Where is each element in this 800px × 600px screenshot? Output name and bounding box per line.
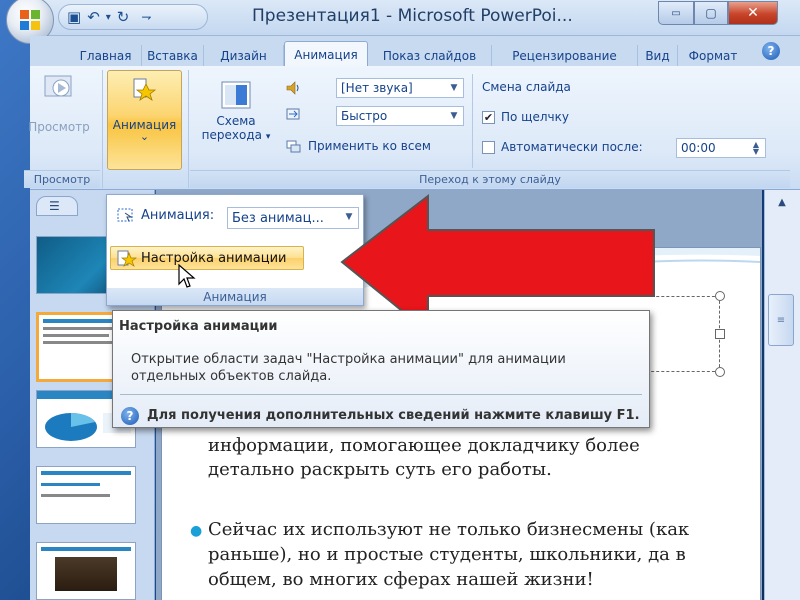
undo-icon[interactable]: ↶ bbox=[87, 8, 100, 26]
change-slide-label: Смена слайда bbox=[482, 80, 571, 94]
ribbon-tabs: Главная Вставка Дизайн Анимация Показ сл… bbox=[30, 36, 800, 67]
slide-text-line: информации, помогающее докладчику более bbox=[208, 435, 640, 456]
slide-bullet-line: Сейчас их используют не только бизнесмен… bbox=[208, 519, 690, 540]
resize-handle[interactable] bbox=[715, 291, 725, 301]
ribbon-separator bbox=[188, 70, 189, 188]
auto-after-checkbox[interactable] bbox=[482, 140, 495, 154]
group-label-transition: Переход к этому слайду bbox=[190, 170, 790, 188]
preview-button[interactable]: Просмотр bbox=[24, 72, 94, 168]
transition-scheme-label-2: перехода bbox=[201, 128, 262, 142]
tooltip-title: Настройка анимации bbox=[119, 319, 278, 334]
maximize-icon: ▢ bbox=[705, 6, 717, 20]
transition-scheme-dropdown-icon: ▾ bbox=[265, 132, 271, 142]
tooltip-body: Открытие области задач "Настройка анимац… bbox=[131, 352, 566, 384]
ribbon-separator bbox=[102, 70, 103, 188]
close-icon: ✕ bbox=[747, 5, 759, 21]
help-icon[interactable]: ? bbox=[762, 42, 780, 60]
minimize-button[interactable]: ▭ bbox=[658, 1, 694, 25]
animation-dropdown-icon: ⌄ bbox=[139, 130, 150, 143]
bullet-icon: ● bbox=[190, 523, 203, 539]
redo-icon[interactable]: ↻ bbox=[117, 8, 130, 26]
save-icon[interactable]: ▣ bbox=[67, 8, 81, 26]
animation-label: Анимация: bbox=[141, 207, 215, 223]
auto-after-checkbox-row[interactable]: Автоматически после: bbox=[482, 140, 643, 154]
vertical-scrollbar[interactable] bbox=[764, 190, 800, 600]
tab-home[interactable]: Главная bbox=[70, 45, 142, 66]
apply-all-icon bbox=[286, 138, 302, 154]
animation-panel-footer: Анимация bbox=[107, 288, 363, 305]
tab-review[interactable]: Рецензирование bbox=[492, 45, 638, 66]
chevron-down-icon: ▼ bbox=[450, 83, 458, 93]
undo-dropdown-icon[interactable]: ▾ bbox=[106, 12, 111, 23]
window-title: Презентация1 - Microsoft PowerPoi... bbox=[252, 6, 573, 26]
mouse-cursor-icon bbox=[178, 264, 196, 288]
minimize-icon: ▭ bbox=[671, 7, 681, 19]
on-click-label: По щелчку bbox=[501, 110, 569, 124]
auto-after-time-input[interactable]: 00:00 ▲ ▼ bbox=[676, 138, 766, 158]
slide-thumbnail[interactable] bbox=[36, 466, 136, 524]
custom-animation-icon bbox=[117, 250, 137, 267]
spinner-icon[interactable]: ▲ ▼ bbox=[749, 141, 763, 156]
sound-combo-value: [Нет звука] bbox=[341, 81, 413, 95]
preview-icon bbox=[44, 75, 72, 97]
auto-after-time-value: 00:00 bbox=[681, 141, 716, 155]
transition-scheme-button[interactable]: Схема перехода ▾ bbox=[198, 80, 274, 142]
speed-icon bbox=[285, 106, 301, 122]
maximize-button[interactable]: ▢ bbox=[694, 1, 728, 25]
quick-access-toolbar: ▣ ↶ ▾ ↻ ⇁ bbox=[58, 4, 208, 30]
apply-all-button[interactable]: Применить ко всем bbox=[286, 138, 431, 154]
animation-combo-value: Без анимац... bbox=[232, 210, 324, 226]
animation-button-content: Анимация ⌄ bbox=[107, 76, 182, 142]
ribbon: Просмотр Просмотр Анимация ⌄ Схема перех… bbox=[24, 66, 800, 190]
apply-all-label: Применить ко всем bbox=[308, 139, 431, 153]
transition-scheme-icon bbox=[221, 81, 251, 109]
sound-combo[interactable]: [Нет звука] ▼ bbox=[336, 78, 464, 98]
scroll-thumb[interactable]: ≡ bbox=[768, 294, 794, 346]
tooltip: Настройка анимации Открытие области зада… bbox=[112, 310, 650, 428]
scroll-up-icon[interactable]: ▲ bbox=[768, 194, 796, 210]
speed-combo-value: Быстро bbox=[341, 109, 388, 123]
chevron-down-icon: ▼ bbox=[450, 111, 458, 121]
animation-select-icon bbox=[117, 207, 135, 223]
close-button[interactable]: ✕ bbox=[728, 1, 778, 25]
tab-view[interactable]: Вид bbox=[638, 45, 678, 66]
slide-bullet-line: раньше), но и простые студенты, школьник… bbox=[208, 544, 686, 565]
customize-qat-icon[interactable]: ⇁ bbox=[141, 10, 151, 24]
help-icon: ? bbox=[121, 407, 139, 425]
tooltip-help-text: Для получения дополнительных сведений на… bbox=[147, 408, 640, 423]
preview-label: Просмотр bbox=[28, 120, 90, 134]
slide-text-line: детально раскрыть суть его работы. bbox=[208, 459, 552, 480]
slide-bullet-line: общем, во многих сферах нашей жизни! bbox=[208, 569, 594, 590]
speed-combo[interactable]: Быстро ▼ bbox=[336, 106, 464, 126]
tab-animation[interactable]: Анимация bbox=[284, 41, 368, 67]
office-logo-icon bbox=[20, 10, 40, 30]
resize-handle[interactable] bbox=[715, 329, 725, 339]
tab-slideshow[interactable]: Показ слайдов bbox=[368, 45, 492, 66]
animation-star-icon bbox=[133, 78, 156, 101]
sound-icon bbox=[285, 80, 301, 96]
slide-thumbnail[interactable] bbox=[36, 542, 136, 600]
tab-design[interactable]: Дизайн bbox=[204, 45, 284, 66]
on-click-checkbox[interactable]: ✔ bbox=[482, 110, 495, 124]
transition-scheme-label-row: перехода ▾ bbox=[202, 128, 271, 142]
outline-tab-icon[interactable]: ☰ bbox=[49, 199, 60, 213]
animation-row: Анимация: bbox=[117, 207, 214, 223]
resize-handle[interactable] bbox=[715, 367, 725, 377]
auto-after-label: Автоматически после: bbox=[501, 140, 643, 154]
on-click-checkbox-row[interactable]: ✔ По щелчку bbox=[482, 110, 569, 124]
custom-animation-button[interactable]: Настройка анимации bbox=[110, 246, 304, 270]
tooltip-divider bbox=[120, 394, 642, 395]
slides-pane-tabs[interactable]: ☰ bbox=[36, 196, 78, 216]
transition-scheme-label-1: Схема bbox=[216, 114, 256, 128]
tab-insert[interactable]: Вставка bbox=[142, 45, 204, 66]
custom-animation-label: Настройка анимации bbox=[141, 250, 287, 266]
tab-format[interactable]: Формат bbox=[678, 45, 748, 66]
group-label-preview: Просмотр bbox=[24, 170, 100, 188]
ribbon-separator bbox=[472, 74, 473, 168]
